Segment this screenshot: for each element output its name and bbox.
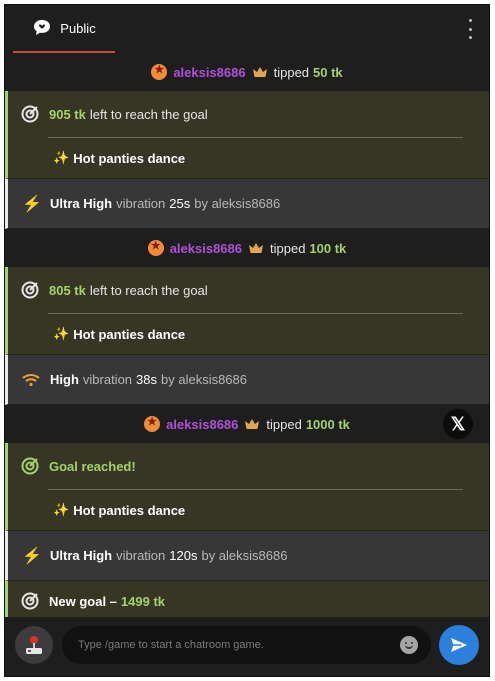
new-goal-amount: 1499 tk (120, 593, 166, 609)
vibration-level: Ultra High (50, 196, 113, 211)
sparkle-icon: ✨ (53, 326, 70, 341)
tab-label: Public (60, 20, 96, 36)
more-menu-icon[interactable] (467, 19, 473, 39)
goal-item: Hot panties dance (73, 502, 186, 518)
sparkle-icon: ✨ (53, 150, 70, 165)
user-badge-icon (144, 415, 161, 432)
goal-message: Goal reached! ✨ Hot panties dance (5, 443, 489, 530)
goal-message: 805 tk left to reach the goal ✨ Hot pant… (5, 267, 489, 354)
new-goal-label: New goal – (49, 593, 117, 609)
target-icon (21, 592, 39, 610)
goal-reached-text: Goal reached! (49, 458, 136, 474)
send-icon (451, 638, 467, 652)
vibration-word: vibration (116, 548, 166, 563)
chat-footer (5, 617, 489, 676)
tip-amount: 1000 tk (305, 416, 350, 432)
sparkle-icon: ✨ (53, 502, 70, 517)
username[interactable]: aleksis8686 (166, 417, 238, 432)
user-badge-icon (151, 63, 168, 80)
joystick-icon (26, 636, 42, 654)
goal-remaining-amount: 905 tk (49, 106, 86, 122)
tip-amount: 50 tk (313, 64, 343, 80)
target-icon (21, 105, 39, 123)
vibration-level: Ultra High (50, 548, 113, 563)
goal-remaining-text: left to reach the goal (89, 106, 208, 122)
username[interactable]: aleksis8686 (173, 65, 245, 80)
tip-message: aleksis8686 tipped 50 tk (5, 53, 489, 91)
vibration-by: by aleksis8686 (161, 372, 247, 387)
tip-word: tipped (266, 416, 302, 432)
vibration-word: vibration (82, 372, 133, 387)
vibration-duration: 38s (136, 372, 157, 387)
tip-word: tipped (273, 64, 310, 80)
new-goal-message: New goal – 1499 tk (5, 581, 489, 619)
bolt-icon: ⚡ (22, 547, 42, 565)
tip-amount: 100 tk (309, 240, 347, 256)
goal-item: Hot panties dance (73, 150, 186, 166)
target-icon (21, 457, 39, 475)
tip-message: aleksis8686 tipped 1000 tk 𝕏 (5, 405, 489, 443)
vibration-word: vibration (116, 196, 166, 211)
chat-message-input[interactable] (62, 626, 431, 664)
tip-message: aleksis8686 tipped 100 tk (5, 229, 489, 267)
goal-remaining-amount: 805 tk (49, 282, 86, 298)
tab-public[interactable]: Public (13, 5, 115, 53)
goal-remaining-text: left to reach the goal (89, 282, 208, 298)
user-badge-icon (147, 239, 164, 256)
vibration-duration: 120s (169, 548, 198, 563)
vibration-duration: 25s (169, 196, 191, 211)
vibration-message: ⚡ Ultra High vibration 120s by aleksis86… (5, 530, 489, 581)
crown-icon (249, 243, 263, 253)
chat-header: Public (5, 5, 489, 53)
tip-word: tipped (270, 240, 306, 256)
message-feed[interactable]: aleksis8686 tipped 50 tk 905 tk left to … (5, 53, 489, 619)
goal-item: Hot panties dance (73, 326, 186, 342)
send-button[interactable] (439, 625, 479, 665)
chat-bubble-icon (34, 20, 51, 35)
joystick-button[interactable] (15, 626, 53, 664)
emoji-icon[interactable] (400, 636, 418, 654)
vibration-message: ⚡ Ultra High vibration 25s by aleksis868… (5, 178, 489, 229)
goal-message: 905 tk left to reach the goal ✨ Hot pant… (5, 91, 489, 178)
username[interactable]: aleksis8686 (170, 241, 242, 256)
vibration-by: by aleksis8686 (201, 548, 288, 563)
chat-panel: Public aleksis8686 tipped 50 tk 905 tk l… (4, 4, 490, 677)
vibration-by: by aleksis8686 (194, 196, 281, 211)
x-share-icon[interactable]: 𝕏 (443, 409, 473, 439)
crown-icon (252, 67, 267, 77)
vibration-level: High (50, 372, 79, 387)
vibration-message: High vibration 38s by aleksis8686 (5, 354, 489, 405)
wifi-icon (22, 373, 40, 386)
bolt-icon: ⚡ (22, 195, 42, 213)
crown-icon (245, 419, 260, 429)
target-icon (21, 281, 39, 299)
